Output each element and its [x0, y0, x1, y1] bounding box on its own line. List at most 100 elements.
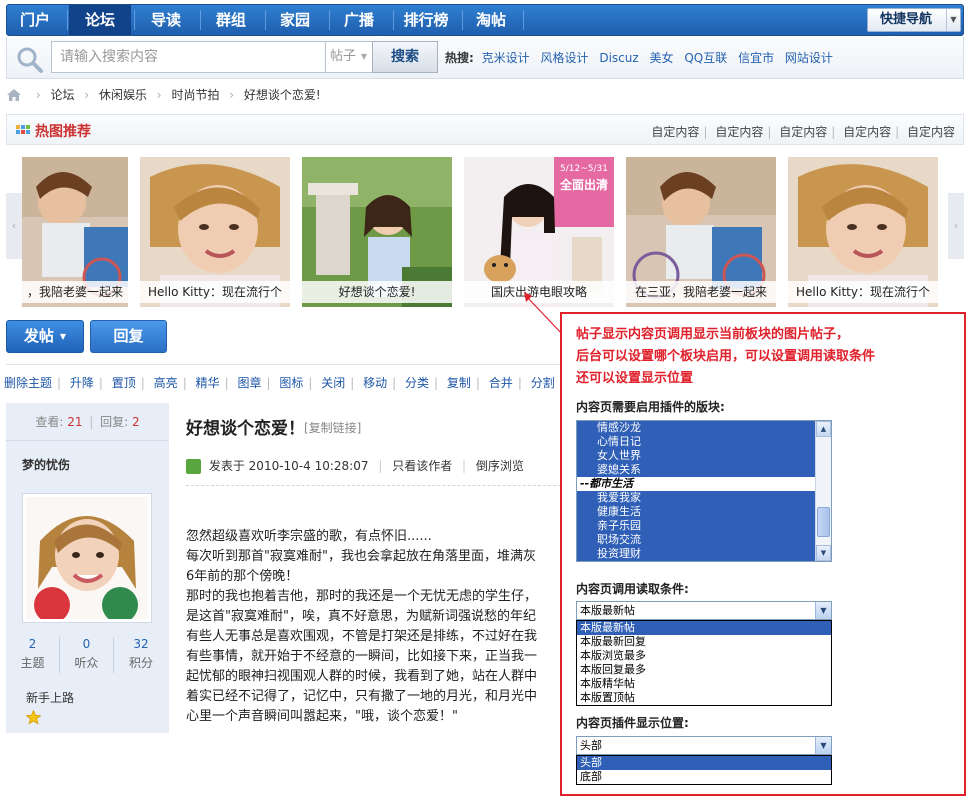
breadcrumb: › 论坛 › 休闲娱乐 › 时尚节拍 › 好想谈个恋爱!	[6, 86, 321, 106]
chevron-left-icon[interactable]: ‹	[6, 193, 22, 259]
breadcrumb-leisure[interactable]: 休闲娱乐	[99, 88, 147, 102]
nav-item-guide[interactable]: 导读	[135, 5, 197, 35]
nav-item-group[interactable]: 群组	[201, 5, 261, 35]
position-select[interactable]: 头部 ▼	[576, 736, 832, 755]
board-option[interactable]: 女人世界	[577, 449, 831, 463]
author-name[interactable]: 梦的忧伤	[6, 441, 169, 481]
hot-keyword[interactable]: 克米设计	[482, 51, 530, 65]
mod-close[interactable]: 关闭	[321, 376, 345, 390]
breadcrumb-forum[interactable]: 论坛	[50, 88, 74, 102]
chevron-right-icon[interactable]: ›	[948, 193, 964, 259]
image-thumb[interactable]: 在三亚，我陪老婆一起来	[626, 157, 776, 307]
chevron-down-icon[interactable]: ▼	[815, 602, 831, 619]
thumb-caption: Hello Kitty：现在流行个	[788, 281, 938, 303]
post-paragraph: 那时的我也抱着吉他，那时的我还是一个无忧无虑的学生仔，	[186, 589, 538, 604]
mod-bump[interactable]: 升降	[70, 376, 94, 390]
quick-nav-button[interactable]: 快捷导航 ▼	[867, 8, 961, 32]
hot-keyword[interactable]: Discuz	[599, 51, 638, 65]
stat-threads[interactable]: 2 主题	[6, 637, 60, 673]
link-divider: |	[831, 125, 836, 139]
avatar-photo	[26, 497, 148, 623]
mod-icon[interactable]: 图标	[279, 376, 303, 390]
home-icon[interactable]	[6, 88, 22, 102]
hot-keyword[interactable]: 风格设计	[540, 51, 588, 65]
mod-merge[interactable]: 合并	[489, 376, 513, 390]
new-post-button[interactable]: 发帖 ▼	[6, 320, 84, 353]
hot-keyword[interactable]: 信宜市	[738, 51, 774, 65]
scrollbar[interactable]: ▲ ▼	[815, 421, 831, 561]
mod-divider: |	[308, 376, 313, 390]
only-author-link[interactable]: 只看该作者	[392, 459, 452, 473]
nav-item-taotie[interactable]: 淘帖	[462, 5, 520, 35]
search-button[interactable]: 搜索	[372, 41, 438, 73]
image-thumb[interactable]: 5/12~5/31 全面出清 国庆出游电眼攻略	[464, 157, 614, 307]
boards-multiselect[interactable]: 情感沙龙 心情日记 女人世界 婆媳关系 --都市生活 我爱我家 健康生活 亲子乐…	[576, 420, 832, 562]
thumb-caption: Hello Kitty：现在流行个	[140, 281, 290, 303]
image-thumb[interactable]: ，我陪老婆一起来	[22, 157, 128, 307]
condition-value: 本版最新帖	[580, 604, 635, 617]
user-group[interactable]: 新手上路	[26, 689, 74, 706]
condition-option[interactable]: 本版最新回复	[577, 635, 831, 649]
mod-copy[interactable]: 复制	[447, 376, 471, 390]
position-option[interactable]: 头部	[577, 756, 831, 770]
board-option[interactable]: 情感沙龙	[577, 421, 831, 435]
reverse-order-link[interactable]: 倒序浏览	[476, 459, 524, 473]
image-thumb[interactable]: Hello Kitty：现在流行个	[140, 157, 290, 307]
condition-option[interactable]: 本版最新帖	[577, 621, 831, 635]
avatar[interactable]	[22, 493, 152, 623]
mod-split[interactable]: 分割	[531, 376, 555, 390]
nav-item-home[interactable]: 家园	[265, 5, 325, 35]
board-option[interactable]: 亲子乐园	[577, 519, 831, 533]
reply-button[interactable]: 回复	[90, 320, 167, 353]
custom-link[interactable]: 自定内容	[651, 125, 699, 139]
scroll-down-icon[interactable]: ▼	[816, 545, 831, 561]
mod-sticky[interactable]: 置顶	[112, 376, 136, 390]
condition-option[interactable]: 本版浏览最多	[577, 649, 831, 663]
board-option[interactable]: 我爱我家	[577, 491, 831, 505]
board-option[interactable]: 心情日记	[577, 435, 831, 449]
scroll-thumb[interactable]	[817, 507, 830, 537]
search-type-select[interactable]: 帖子 ▼	[325, 41, 373, 73]
nav-item-portal[interactable]: 门户	[7, 5, 63, 35]
hot-keyword[interactable]: 网站设计	[785, 51, 833, 65]
position-option[interactable]: 底部	[577, 770, 831, 784]
mod-stamp[interactable]: 图章	[237, 376, 261, 390]
stat-points[interactable]: 32 积分	[114, 637, 168, 671]
condition-option[interactable]: 本版精华帖	[577, 677, 831, 691]
mod-highlight[interactable]: 高亮	[154, 376, 178, 390]
mod-digest[interactable]: 精华	[196, 376, 220, 390]
nav-item-broadcast[interactable]: 广播	[329, 5, 389, 35]
divider	[186, 485, 566, 486]
board-option[interactable]: 健康生活	[577, 505, 831, 519]
post-paragraph: 每次听到那首"寂寞难耐"，我也会拿起放在角落里面，堆满灰	[186, 549, 536, 564]
mod-delete[interactable]: 删除主题	[4, 376, 52, 390]
position-value: 头部	[580, 739, 602, 752]
condition-option[interactable]: 本版置顶帖	[577, 691, 831, 705]
hot-keyword[interactable]: 美女	[649, 51, 673, 65]
image-thumb[interactable]: Hello Kitty：现在流行个	[788, 157, 938, 307]
mod-move[interactable]: 移动	[363, 376, 387, 390]
custom-link[interactable]: 自定内容	[779, 125, 827, 139]
board-option[interactable]: 婆媳关系	[577, 463, 831, 477]
board-option[interactable]: 职场交流	[577, 533, 831, 547]
breadcrumb-fashion[interactable]: 时尚节拍	[171, 88, 219, 102]
condition-select[interactable]: 本版最新帖 ▼	[576, 601, 832, 620]
image-thumb[interactable]: 好想谈个恋爱!	[302, 157, 452, 307]
nav-item-ranking[interactable]: 排行榜	[393, 5, 459, 35]
board-option[interactable]: 投资理财	[577, 547, 831, 561]
breadcrumb-separator: ›	[229, 87, 235, 102]
custom-link[interactable]: 自定内容	[907, 125, 955, 139]
search-input[interactable]: 请输入搜索内容	[51, 41, 325, 73]
custom-link[interactable]: 自定内容	[715, 125, 763, 139]
breadcrumb-separator: ›	[156, 87, 162, 102]
chevron-down-icon[interactable]: ▼	[815, 737, 831, 754]
stat-value: 32	[133, 637, 149, 651]
nav-item-forum[interactable]: 论坛	[69, 5, 131, 35]
stat-followers[interactable]: 0 听众	[60, 637, 114, 673]
scroll-up-icon[interactable]: ▲	[816, 421, 831, 437]
mod-category[interactable]: 分类	[405, 376, 429, 390]
hot-keyword[interactable]: QQ互联	[684, 51, 727, 65]
condition-option[interactable]: 本版回复最多	[577, 663, 831, 677]
copy-link[interactable]: [复制链接]	[304, 419, 361, 436]
custom-link[interactable]: 自定内容	[843, 125, 891, 139]
